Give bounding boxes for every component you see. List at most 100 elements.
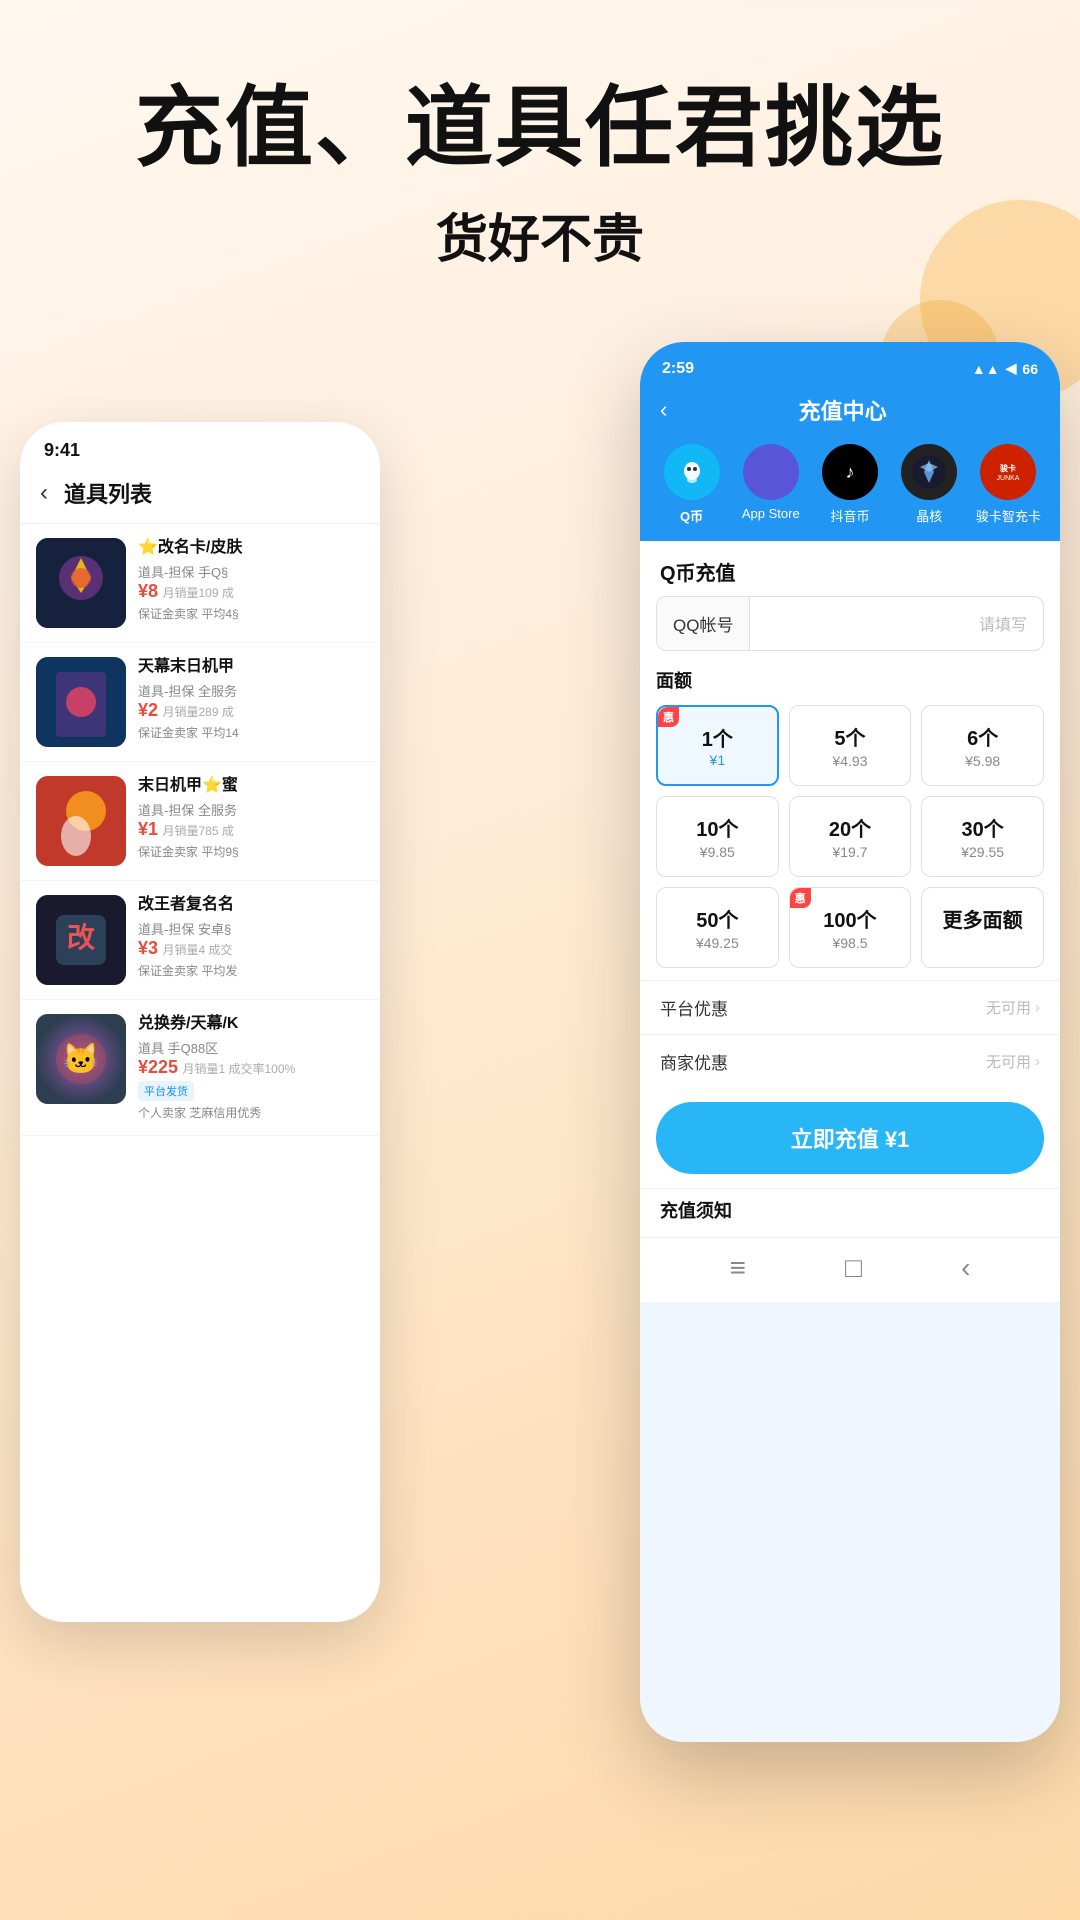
merchant-discount-row[interactable]: 商家优惠 无可用 ›: [640, 1034, 1060, 1088]
denom-1[interactable]: 1个 ¥1: [656, 705, 779, 786]
notice-title: 充值须知: [640, 1188, 1060, 1237]
tabs-row: Q币 App Store ♪ 抖音币: [640, 444, 1060, 541]
item-image-2: [36, 657, 126, 747]
item-info-3: 末日机甲⭐蜜 道具-担保 全服务 ¥1 月销量785 成 保证金卖家 平均9§: [138, 776, 364, 860]
tab-qq[interactable]: Q币: [656, 444, 727, 525]
right-phone: 2:59 ▲▲ ◀ 66 ‹ 充值中心 Q币: [640, 342, 1060, 1742]
item-info-1: ⭐改名卡/皮肤 道具-担保 手Q§ ¥8 月销量109 成 保证金卖家 平均4§: [138, 538, 364, 622]
tab-crystal[interactable]: 晶核: [894, 444, 965, 525]
left-back-arrow[interactable]: ‹: [40, 479, 48, 507]
denom-count-7: 50个: [667, 904, 768, 933]
item-name-4: 改王者复名名: [138, 895, 364, 916]
item-price-1: ¥8: [138, 581, 158, 601]
tab-appstore[interactable]: App Store: [735, 444, 806, 525]
tab-junka-label: 骏卡智充卡: [976, 506, 1041, 525]
header-title: 充值、道具任君挑选: [60, 80, 1020, 177]
denomination-section: 面额 1个 ¥1 5个 ¥4.93 6个 ¥5.98 10: [640, 667, 1060, 980]
nav-menu-icon[interactable]: ≡: [730, 1252, 746, 1284]
denomination-label: 面额: [656, 667, 1044, 693]
item-sales-2: 月销量289 成: [162, 705, 233, 719]
tab-tiktok[interactable]: ♪ 抖音币: [814, 444, 885, 525]
qq-input-row[interactable]: QQ帐号 请填写: [656, 596, 1044, 651]
item-guarantee-5: 个人卖家 芝麻信用优秀: [138, 1104, 364, 1121]
qq-placeholder[interactable]: 请填写: [750, 597, 1043, 649]
qq-label: QQ帐号: [657, 597, 750, 650]
item-desc-5: 道具 手Q88区: [138, 1038, 364, 1057]
denom-5[interactable]: 20个 ¥19.7: [789, 796, 912, 877]
right-time: 2:59: [662, 360, 694, 378]
tab-junka[interactable]: 骏卡JUNKA 骏卡智充卡: [973, 444, 1044, 525]
right-header-title: 充值中心: [679, 394, 1006, 426]
denom-count-4: 10个: [667, 813, 768, 842]
item-price-4: ¥3: [138, 938, 158, 958]
wifi-icon: ◀: [1006, 360, 1017, 377]
header-subtitle: 货好不贵: [60, 197, 1020, 272]
right-statusbar: 2:59 ▲▲ ◀ 66: [640, 354, 1060, 382]
nav-home-icon[interactable]: □: [845, 1252, 862, 1284]
denom-price-2: ¥4.93: [800, 753, 901, 769]
item-price-3: ¥1: [138, 819, 158, 839]
denom-8[interactable]: 100个 ¥98.5: [789, 887, 912, 968]
denom-price-4: ¥9.85: [667, 844, 768, 860]
denom-more[interactable]: 更多面额: [921, 887, 1044, 968]
svg-text:JUNKA: JUNKA: [997, 475, 1020, 482]
recharge-button[interactable]: 立即充值 ¥1: [656, 1102, 1044, 1174]
denom-price-7: ¥49.25: [667, 935, 768, 951]
table-row[interactable]: 末日机甲⭐蜜 道具-担保 全服务 ¥1 月销量785 成 保证金卖家 平均9§: [20, 762, 380, 881]
battery-icon: 66: [1022, 361, 1038, 377]
section-title: Q币充值: [640, 541, 1060, 596]
item-name-2: 天幕末日机甲: [138, 657, 364, 678]
denom-count-2: 5个: [800, 722, 901, 751]
item-desc-3: 道具-担保 全服务: [138, 800, 364, 819]
item-guarantee-1: 保证金卖家 平均4§: [138, 605, 364, 622]
right-back-arrow[interactable]: ‹: [660, 397, 667, 423]
denom-count-8: 100个: [800, 904, 901, 933]
tab-crystal-label: 晶核: [916, 506, 942, 525]
denom-7[interactable]: 50个 ¥49.25: [656, 887, 779, 968]
tab-qq-label: Q币: [680, 506, 703, 525]
bottom-nav: ≡ □ ‹: [640, 1237, 1060, 1302]
item-desc-2: 道具-担保 全服务: [138, 681, 364, 700]
denom-3[interactable]: 6个 ¥5.98: [921, 705, 1044, 786]
denom-price-8: ¥98.5: [800, 935, 901, 951]
left-header: ‹ 道具列表: [20, 467, 380, 524]
svg-text:♪: ♪: [846, 462, 855, 482]
phones-container: 9:41 ‹ 道具列表 ⭐改名卡/皮肤 道具-担保 手Q§ ¥8 月销量109 …: [0, 342, 1080, 1772]
item-info-5: 兑换券/天幕/K 道具 手Q88区 ¥225 月销量1 成交率100% 平台发货…: [138, 1014, 364, 1121]
tab-appstore-label: App Store: [742, 506, 800, 521]
left-page-title: 道具列表: [64, 477, 152, 509]
status-icons: ▲▲ ◀ 66: [972, 360, 1038, 377]
merchant-discount-arrow: ›: [1035, 1053, 1040, 1070]
nav-back-icon[interactable]: ‹: [961, 1252, 970, 1284]
apple-icon: [743, 444, 799, 500]
item-guarantee-4: 保证金卖家 平均发: [138, 962, 364, 979]
item-price-2: ¥2: [138, 700, 158, 720]
table-row[interactable]: 改 改王者复名名 道具-担保 安卓§ ¥3 月销量4 成交 保证金卖家 平均发: [20, 881, 380, 1000]
item-name-1: ⭐改名卡/皮肤: [138, 538, 364, 559]
denom-count-3: 6个: [932, 722, 1033, 751]
denom-4[interactable]: 10个 ¥9.85: [656, 796, 779, 877]
item-desc-1: 道具-担保 手Q§: [138, 562, 364, 581]
platform-discount-row[interactable]: 平台优惠 无可用 ›: [640, 980, 1060, 1034]
merchant-discount-label: 商家优惠: [660, 1049, 728, 1074]
platform-discount-label: 平台优惠: [660, 995, 728, 1020]
item-price-5: ¥225: [138, 1057, 178, 1077]
table-row[interactable]: 🐱 兑换券/天幕/K 道具 手Q88区 ¥225 月销量1 成交率100% 平台…: [20, 1000, 380, 1136]
table-row[interactable]: ⭐改名卡/皮肤 道具-担保 手Q§ ¥8 月销量109 成 保证金卖家 平均4§: [20, 524, 380, 643]
left-time: 9:41: [44, 440, 80, 461]
item-info-2: 天幕末日机甲 道具-担保 全服务 ¥2 月销量289 成 保证金卖家 平均14: [138, 657, 364, 741]
denom-more-label: 更多面额: [932, 904, 1033, 933]
right-notch-area: 2:59 ▲▲ ◀ 66 ‹ 充值中心 Q币: [640, 342, 1060, 541]
left-statusbar: 9:41: [20, 422, 380, 467]
svg-text:🐱: 🐱: [62, 1042, 99, 1076]
denom-2[interactable]: 5个 ¥4.93: [789, 705, 912, 786]
denom-count-6: 30个: [932, 813, 1033, 842]
item-image-4: 改: [36, 895, 126, 985]
platform-discount-arrow: ›: [1035, 999, 1040, 1016]
item-guarantee-3: 保证金卖家 平均9§: [138, 843, 364, 860]
denom-6[interactable]: 30个 ¥29.55: [921, 796, 1044, 877]
item-image-1: [36, 538, 126, 628]
table-row[interactable]: 天幕末日机甲 道具-担保 全服务 ¥2 月销量289 成 保证金卖家 平均14: [20, 643, 380, 762]
denom-price-1: ¥1: [668, 752, 767, 768]
svg-text:改: 改: [67, 922, 95, 953]
